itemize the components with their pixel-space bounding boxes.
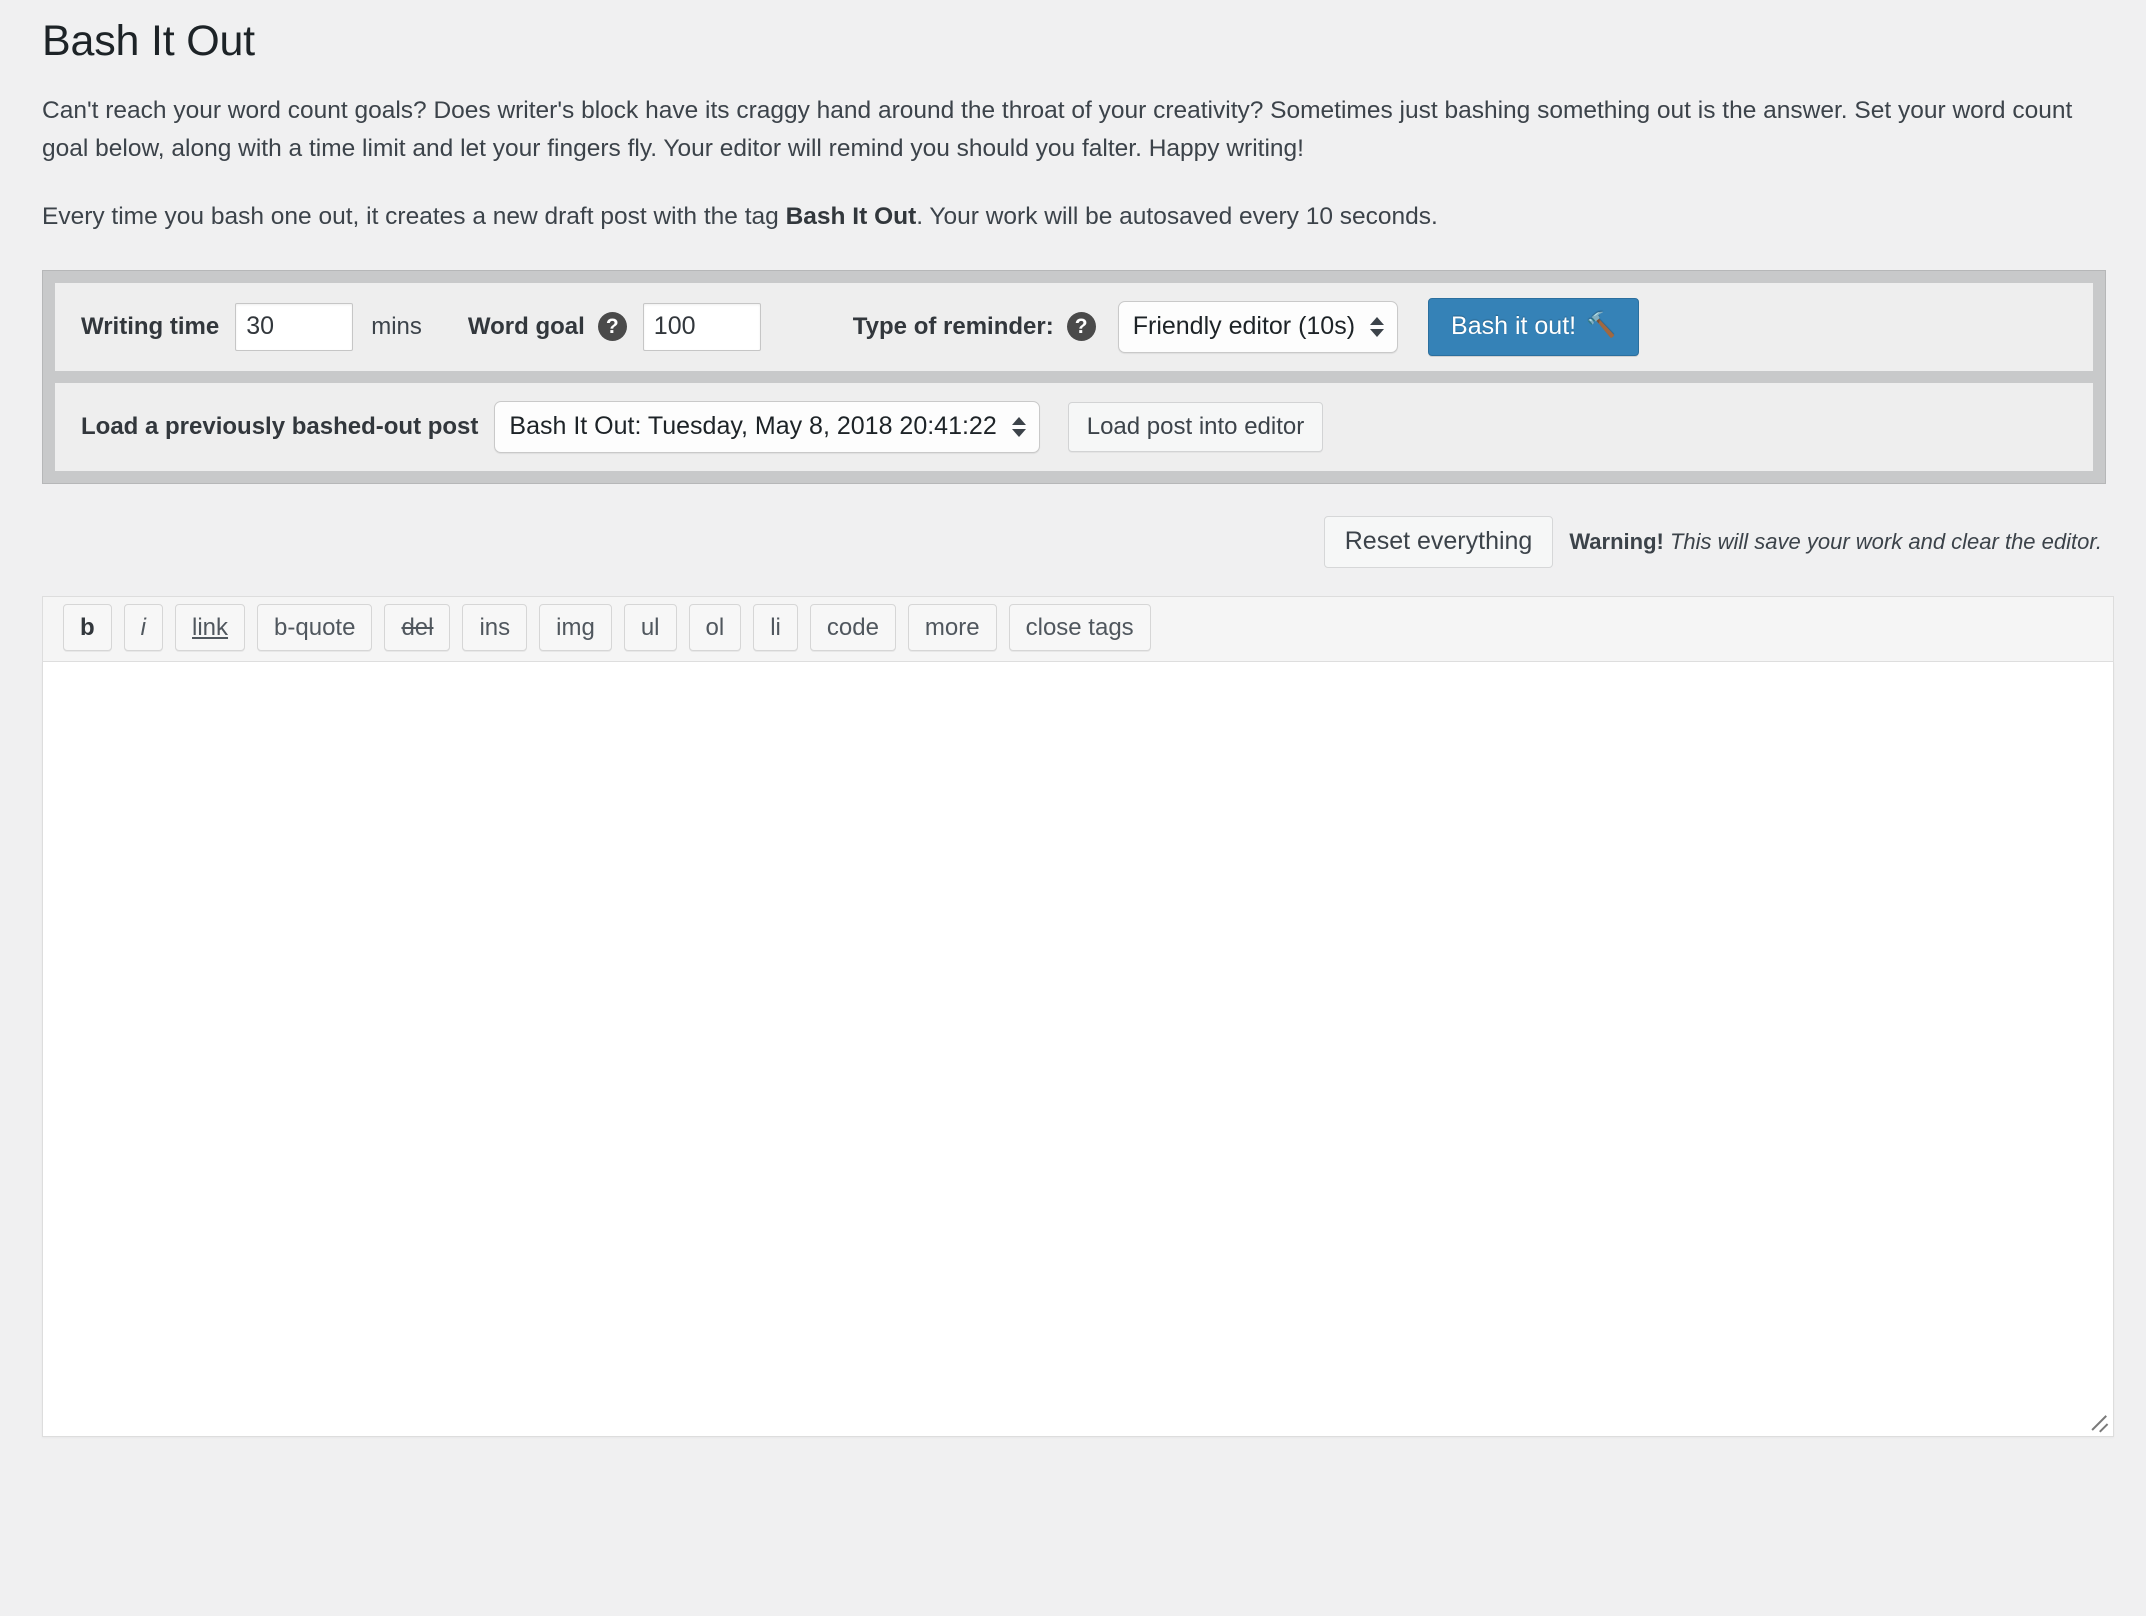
page-title: Bash It Out (42, 14, 2106, 70)
editor-tool-ul[interactable]: ul (624, 604, 677, 651)
reset-row: Reset everything Warning! This will save… (42, 516, 2106, 568)
writing-time-label: Writing time (81, 313, 219, 341)
chevron-updown-icon (1012, 417, 1026, 437)
page-root: Bash It Out Can't reach your word count … (0, 14, 2146, 1437)
word-goal-input[interactable] (643, 303, 761, 351)
hammer-icon: 🔨 (1586, 314, 1616, 338)
tag-name: Bash It Out (786, 203, 917, 230)
editor-textarea[interactable] (42, 662, 2114, 1437)
intro-text-pre: Every time you bash one out, it creates … (42, 203, 786, 230)
editor-tool-bold[interactable]: b (63, 604, 112, 651)
chevron-updown-icon (1370, 317, 1384, 337)
editor-tool-ol[interactable]: ol (689, 604, 742, 651)
reminder-type-select[interactable]: Friendly editor (10s) (1118, 301, 1398, 353)
reminder-type-label: Type of reminder: (853, 313, 1054, 341)
writing-time-input[interactable] (235, 303, 353, 351)
editor-tool-link[interactable]: link (175, 604, 245, 651)
intro-paragraph-2: Every time you bash one out, it creates … (42, 198, 2106, 236)
editor-wrapper: bilink b-quote delinsimgulollicode more clos… (42, 596, 2114, 1437)
editor-tool-close-tags[interactable]: close tags (1009, 604, 1151, 651)
reminder-type-selected-value: Friendly editor (10s) (1133, 312, 1355, 341)
word-goal-label: Word goal (468, 313, 585, 341)
intro-text-post: . Your work will be autosaved every 10 s… (916, 203, 1438, 230)
load-post-into-editor-button[interactable]: Load post into editor (1068, 402, 1324, 452)
reset-everything-button[interactable]: Reset everything (1324, 516, 1554, 568)
load-post-label: Load a previously bashed-out post (81, 413, 478, 441)
intro-paragraph-1: Can't reach your word count goals? Does … (42, 92, 2106, 168)
textarea-resize-handle[interactable] (2087, 1411, 2109, 1433)
editor-tool-blockquote[interactable]: b-quote (257, 604, 372, 651)
editor-toolbar: bilink b-quote delinsimgulollicode more clos… (42, 596, 2114, 662)
load-post-select[interactable]: Bash It Out: Tuesday, May 8, 2018 20:41:… (494, 401, 1039, 453)
reminder-help-icon[interactable]: ? (1067, 312, 1096, 341)
editor-tool-more[interactable]: more (908, 604, 997, 651)
settings-panel: Writing time mins Word goal ? Type of re… (42, 270, 2106, 484)
editor-tool-del[interactable]: del (384, 604, 450, 651)
warning-label: Warning! (1569, 529, 1664, 554)
editor-tool-italic[interactable]: i (124, 604, 163, 651)
bash-it-out-button-label: Bash it out! (1451, 312, 1576, 341)
editor-tool-ins[interactable]: ins (462, 604, 527, 651)
editor-tool-li[interactable]: li (753, 604, 798, 651)
editor-tool-img[interactable]: img (539, 604, 612, 651)
reset-warning-text: Warning! This will save your work and cl… (1569, 529, 2102, 555)
warning-detail: This will save your work and clear the e… (1664, 529, 2102, 554)
word-goal-help-icon[interactable]: ? (598, 312, 627, 341)
bash-it-out-button[interactable]: Bash it out! 🔨 (1428, 298, 1639, 356)
settings-row-load-post: Load a previously bashed-out post Bash I… (55, 383, 2093, 471)
settings-row-primary: Writing time mins Word goal ? Type of re… (55, 283, 2093, 371)
load-post-selected-value: Bash It Out: Tuesday, May 8, 2018 20:41:… (509, 412, 996, 441)
editor-tool-code[interactable]: code (810, 604, 896, 651)
writing-time-unit-label: mins (371, 313, 422, 341)
